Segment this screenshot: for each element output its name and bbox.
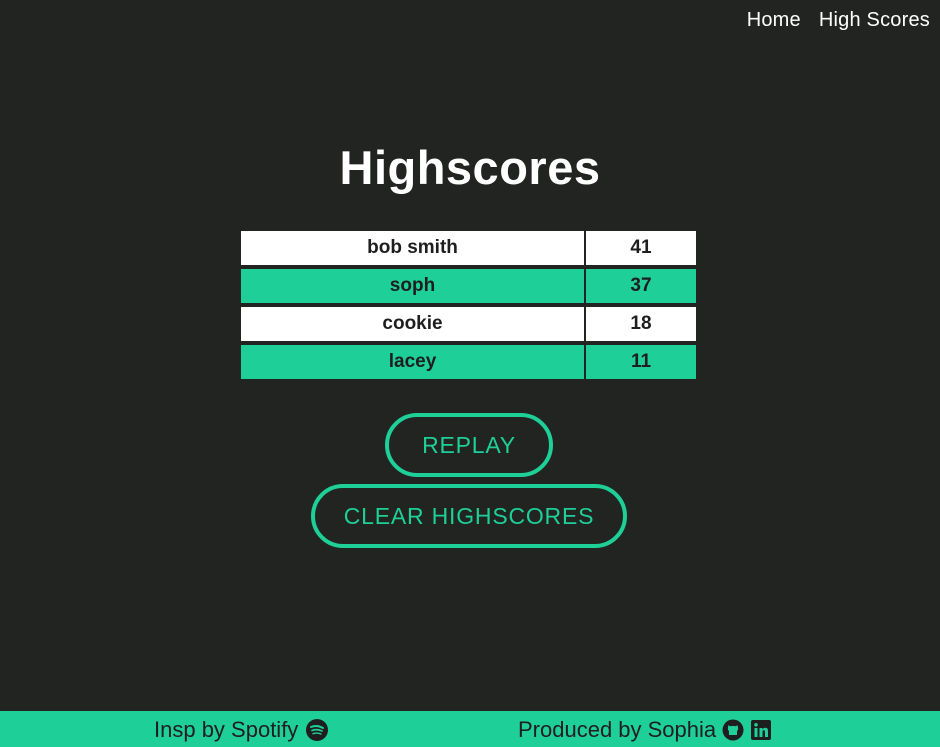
linkedin-icon[interactable] xyxy=(750,719,772,741)
highscores-table: bob smith 41 soph 37 cookie 18 lacey 11 xyxy=(241,231,696,383)
replay-button[interactable]: REPLAY xyxy=(385,413,553,477)
player-name-cell: soph xyxy=(241,269,584,303)
score-cell: 11 xyxy=(586,345,696,379)
score-cell: 37 xyxy=(586,269,696,303)
clear-highscores-button[interactable]: CLEAR HIGHSCORES xyxy=(311,484,627,548)
page-title: Highscores xyxy=(339,141,601,194)
score-cell: 41 xyxy=(586,231,696,265)
player-name-cell: bob smith xyxy=(241,231,584,265)
top-nav: Home High Scores xyxy=(747,9,930,32)
score-cell: 18 xyxy=(586,307,696,341)
table-row: lacey 11 xyxy=(241,345,696,381)
spotify-icon[interactable] xyxy=(306,719,329,741)
footer-credit-spotify: Insp by Spotify xyxy=(154,717,329,743)
footer-credit-author: Produced by Sophia xyxy=(518,717,772,743)
nav-high-scores-link[interactable]: High Scores xyxy=(819,9,930,32)
footer: Insp by Spotify Produced by Sophia xyxy=(0,711,940,747)
page: Home High Scores Highscores bob smith 41… xyxy=(0,0,940,747)
player-name-cell: lacey xyxy=(241,345,584,379)
inspired-by-text: Insp by Spotify xyxy=(154,717,299,742)
table-row: soph 37 xyxy=(241,269,696,305)
player-name-cell: cookie xyxy=(241,307,584,341)
table-row: bob smith 41 xyxy=(241,231,696,267)
github-icon[interactable] xyxy=(722,719,744,741)
table-row: cookie 18 xyxy=(241,307,696,343)
produced-by-text: Produced by Sophia xyxy=(518,717,717,742)
nav-home-link[interactable]: Home xyxy=(747,9,801,32)
